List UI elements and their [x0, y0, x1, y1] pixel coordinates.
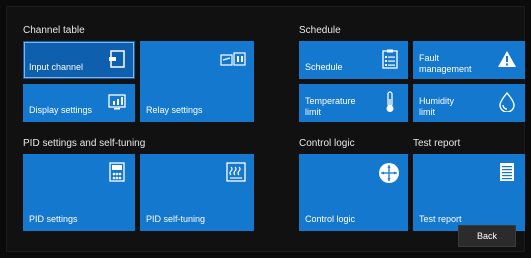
section-title-pid: PID settings and self-tuning — [23, 138, 146, 149]
schedule-tile[interactable]: Schedule — [299, 41, 408, 79]
pid-settings-label: PID settings — [29, 214, 78, 224]
heat-tuning-icon — [226, 162, 246, 182]
display-settings-tile[interactable]: Display settings — [23, 84, 135, 122]
control-logic-tile[interactable]: Control logic — [299, 154, 408, 231]
main-screen: Channel table PID settings and self-tuni… — [6, 6, 525, 252]
input-channel-icon — [107, 49, 127, 69]
input-channel-tile[interactable]: Input channel — [23, 41, 135, 79]
test-report-tile[interactable]: Test report — [413, 154, 525, 231]
section-title-channel-table: Channel table — [23, 25, 85, 36]
report-document-icon — [497, 162, 517, 182]
display-chart-icon — [107, 92, 127, 112]
relay-switch-icon — [220, 49, 246, 69]
pid-controller-icon — [107, 162, 127, 182]
pid-settings-tile[interactable]: PID settings — [23, 154, 135, 231]
thermometer-icon — [380, 91, 400, 112]
warning-icon — [497, 49, 517, 69]
section-title-test-report: Test report — [413, 138, 461, 149]
humidity-limit-tile[interactable]: Humidity limit — [413, 84, 525, 122]
pid-self-tuning-tile[interactable]: PID self-tuning — [140, 154, 254, 231]
section-title-control-logic: Control logic — [299, 138, 355, 149]
fault-management-tile[interactable]: Fault management — [413, 41, 525, 79]
test-report-label: Test report — [419, 214, 462, 224]
schedule-label: Schedule — [305, 62, 343, 72]
fault-management-label: Fault management — [419, 53, 472, 74]
display-settings-label: Display settings — [29, 105, 93, 115]
back-button[interactable]: Back — [458, 225, 516, 247]
temperature-limit-label: Temperature limit — [305, 96, 356, 117]
temperature-limit-tile[interactable]: Temperature limit — [299, 84, 408, 122]
clipboard-list-icon — [380, 49, 400, 69]
relay-settings-tile[interactable]: Relay settings — [140, 41, 254, 122]
pid-self-tuning-label: PID self-tuning — [146, 214, 206, 224]
relay-settings-label: Relay settings — [146, 105, 203, 115]
crosshair-icon — [378, 162, 400, 184]
humidity-limit-label: Humidity limit — [419, 96, 455, 117]
water-drop-icon — [497, 92, 517, 112]
section-title-schedule: Schedule — [299, 25, 341, 36]
control-logic-label: Control logic — [305, 214, 356, 224]
input-channel-label: Input channel — [29, 62, 84, 72]
